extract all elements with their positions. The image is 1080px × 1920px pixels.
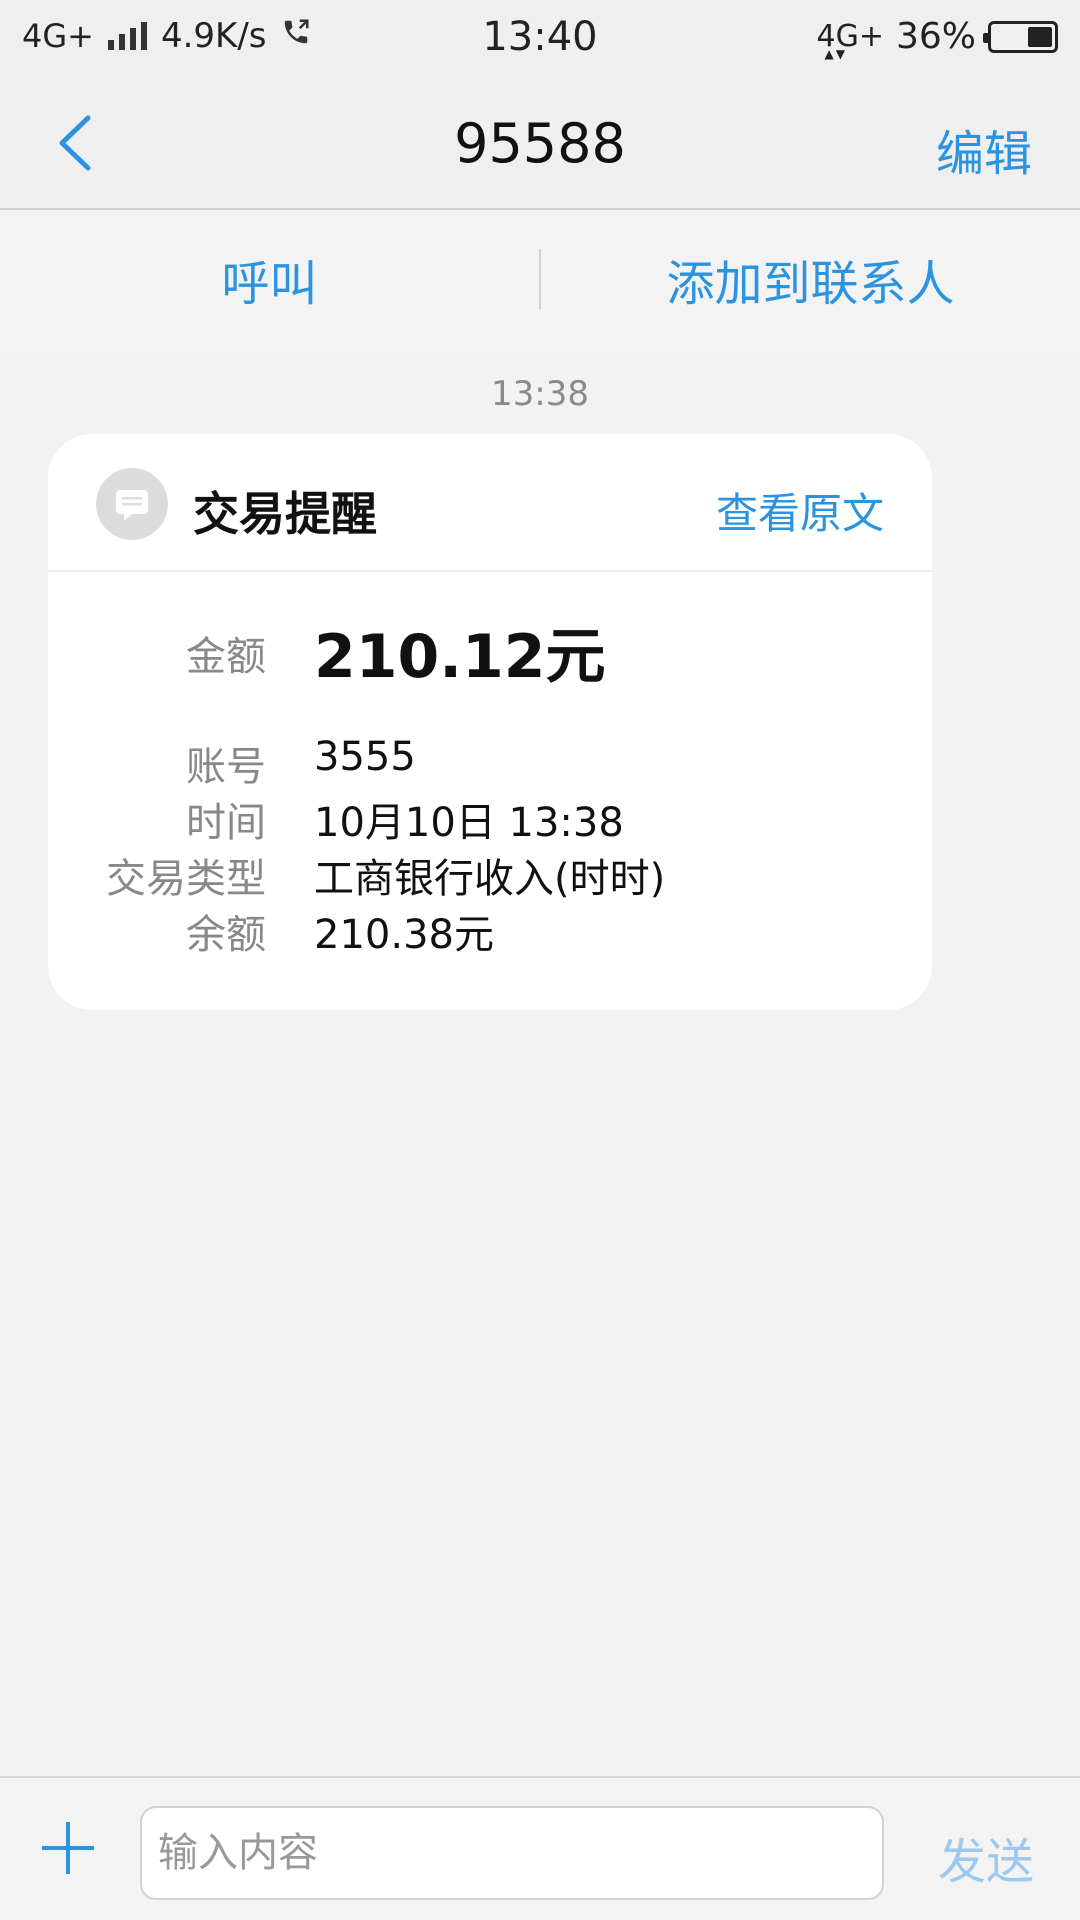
- detail-value: 210.38元: [314, 912, 494, 958]
- page-title: 95588: [454, 112, 626, 175]
- detail-value: 3555: [314, 734, 416, 780]
- card-title: 交易提醒: [193, 487, 377, 541]
- detail-label: 余额: [186, 912, 266, 958]
- amount-label: 金额: [186, 634, 266, 680]
- message-icon: [96, 468, 168, 540]
- call-button[interactable]: 呼叫: [0, 244, 539, 314]
- add-contact-button[interactable]: 添加到联系人: [541, 244, 1080, 314]
- transaction-card[interactable]: 交易提醒 查看原文 金额 210.12元 账号 3555 时间 10月10日 1…: [48, 434, 932, 1010]
- detail-value: 10月10日 13:38: [314, 800, 624, 846]
- battery-icon: [983, 20, 1058, 53]
- amount-value: 210.12元: [314, 622, 606, 692]
- composer-bar: 输入内容 发送: [0, 1776, 1080, 1920]
- message-input[interactable]: 输入内容: [140, 1806, 884, 1900]
- sms-conversation-screen: 4G+ 4.9K/s 13:40 4G+ ▲▼ 36% 95588 编辑 呼叫 …: [0, 0, 1080, 1920]
- contact-actions-bar: 呼叫 添加到联系人: [0, 210, 1080, 348]
- data-arrows-icon: ▲▼: [824, 47, 847, 61]
- network-type-right: 4G+ ▲▼: [817, 19, 884, 61]
- card-header: 交易提醒 查看原文: [48, 434, 932, 572]
- plus-icon: [42, 1822, 94, 1874]
- view-original-link[interactable]: 查看原文: [716, 480, 884, 541]
- send-button[interactable]: 发送: [938, 1822, 1034, 1892]
- detail-label: 账号: [186, 744, 266, 790]
- add-attachment-button[interactable]: [40, 1820, 96, 1876]
- battery-percent: 36%: [895, 16, 976, 57]
- nav-bar: 95588 编辑: [0, 74, 1080, 210]
- edit-button[interactable]: 编辑: [936, 114, 1032, 184]
- detail-label: 交易类型: [106, 856, 266, 902]
- detail-value: 工商银行收入(时时): [314, 856, 666, 902]
- status-bar: 4G+ 4.9K/s 13:40 4G+ ▲▼ 36%: [0, 0, 1080, 74]
- detail-label: 时间: [186, 800, 266, 846]
- status-right: 4G+ ▲▼ 36%: [817, 16, 1058, 61]
- message-timestamp: 13:38: [491, 374, 589, 414]
